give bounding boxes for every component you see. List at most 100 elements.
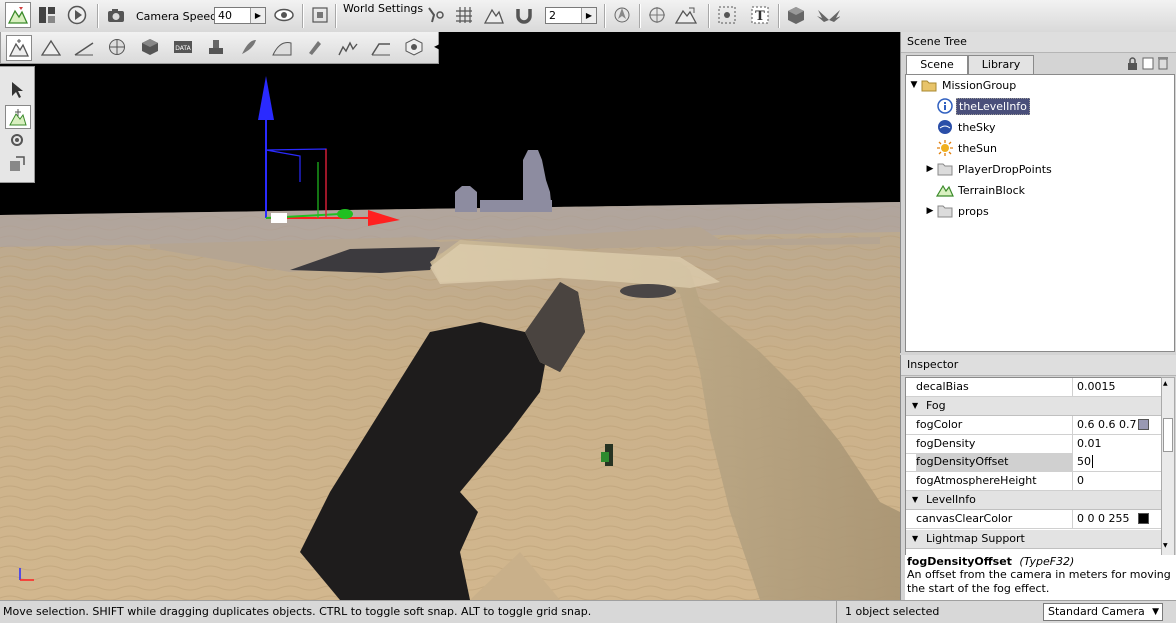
property-row[interactable]: fogDensity 0.01	[906, 435, 1161, 454]
expand-arrow-icon[interactable]: ▶	[924, 164, 936, 174]
collapse-arrow-icon[interactable]: ◀	[434, 42, 440, 51]
status-hint: Move selection. SHIFT while dragging dup…	[3, 605, 592, 618]
object-select-icon[interactable]	[715, 3, 739, 27]
inspector-scrollbar[interactable]: ▲ ▼	[1161, 377, 1175, 557]
camera-select[interactable]: Standard Camera ▼	[1043, 603, 1163, 621]
svg-text:T: T	[755, 9, 765, 24]
rotate-icon[interactable]	[5, 129, 29, 151]
camera-speed-value: 40	[218, 9, 232, 22]
terrain-editor-icon[interactable]	[5, 2, 31, 28]
inspector-panel: Inspector decalBias 0.0015 ▼ Fog fogColo…	[900, 355, 1176, 600]
fit-view-icon[interactable]	[308, 3, 332, 27]
tree-item-label: theSun	[958, 141, 997, 155]
terrain-snap-icon[interactable]	[482, 3, 506, 27]
desc-field-name: fogDensityOffset	[907, 555, 1012, 568]
lock-icon[interactable]	[1127, 57, 1138, 73]
tool-palette	[0, 66, 35, 183]
camera-speed-field[interactable]: 40 ▶	[214, 7, 266, 24]
group-title: Fog	[926, 399, 946, 412]
open-folder-icon	[920, 77, 938, 93]
color-swatch[interactable]	[1138, 513, 1149, 524]
folder-icon	[936, 161, 954, 177]
move-icon[interactable]	[5, 105, 31, 129]
magnet-icon[interactable]	[512, 3, 536, 27]
globe-icon[interactable]	[105, 35, 129, 59]
pointer-icon[interactable]	[5, 79, 29, 101]
tree-item-label: props	[958, 204, 989, 218]
paint-icon[interactable]	[303, 35, 327, 59]
flatten-icon[interactable]	[369, 35, 393, 59]
desc-field-type: (TypeF32)	[1019, 555, 1075, 568]
group-header-fog[interactable]: ▼ Fog	[906, 397, 1161, 416]
tab-library[interactable]: Library	[968, 55, 1034, 74]
property-value[interactable]: 0.0015	[1072, 378, 1161, 396]
data-icon[interactable]: DATA	[171, 35, 195, 59]
eye-icon[interactable]	[272, 3, 296, 27]
wings-icon[interactable]	[816, 3, 840, 27]
collapse-arrow-icon[interactable]: ▼	[908, 80, 920, 90]
tree-item-missiongroup[interactable]: ▼ MissionGroup	[908, 75, 1018, 95]
grid-icon[interactable]	[452, 3, 476, 27]
property-value[interactable]: 0	[1072, 472, 1161, 490]
trash-icon[interactable]	[1157, 56, 1169, 73]
property-row[interactable]: fogColor 0.6 0.6 0.7	[906, 416, 1161, 435]
bounds-icon[interactable]	[610, 3, 634, 27]
group-header-lightmap-support[interactable]: ▼ Lightmap Support	[906, 530, 1161, 549]
tree-item-thesun[interactable]: theSun	[936, 138, 999, 158]
3d-viewport[interactable]	[0, 32, 900, 600]
property-row[interactable]: fogDensityOffset 50	[906, 453, 1161, 472]
cube-icon[interactable]	[138, 35, 162, 59]
snap-arrow-icon[interactable]: ▶	[581, 8, 596, 23]
inspector-property-list[interactable]: decalBias 0.0015 ▼ Fog fogColor 0.6 0.6 …	[905, 377, 1162, 557]
target-icon[interactable]	[645, 3, 669, 27]
play-icon[interactable]	[65, 3, 89, 27]
group-header-levelinfo[interactable]: ▼ LevelInfo	[906, 491, 1161, 510]
property-row[interactable]: canvasClearColor 0 0 0 255	[906, 510, 1161, 529]
sky-icon	[936, 119, 954, 135]
scroll-up-icon[interactable]: ▲	[1163, 380, 1171, 388]
snap-value-field[interactable]: 2 ▶	[545, 7, 597, 24]
camera-speed-label: Camera Speed	[136, 10, 218, 23]
tree-item-playerdroppoints[interactable]: ▶ PlayerDropPoints	[924, 159, 1054, 179]
scene-tree-list[interactable]: ▼ MissionGroup theLevelInfo theSky theSu…	[905, 74, 1175, 352]
world-settings-label[interactable]: World Settings	[343, 2, 423, 15]
scene-tree-title: Scene Tree	[901, 32, 1176, 53]
property-name: decalBias	[916, 380, 969, 393]
snap-tool-icon[interactable]	[424, 3, 448, 27]
camera-icon[interactable]	[104, 3, 128, 27]
property-value[interactable]: 0.01	[1072, 435, 1161, 453]
tree-item-label: theLevelInfo	[956, 97, 1030, 115]
color-swatch[interactable]	[1138, 419, 1149, 430]
tree-item-thelevelinfo[interactable]: theLevelInfo	[936, 96, 1030, 116]
expand-arrow-icon[interactable]: ▶	[924, 206, 936, 216]
terrain-select-tool-icon[interactable]	[6, 35, 32, 61]
text-icon[interactable]: T	[748, 3, 772, 27]
folder-icon	[936, 203, 954, 219]
collapse-arrow-icon: ▼	[912, 534, 919, 543]
terrain-smooth-icon[interactable]	[674, 3, 698, 27]
property-row[interactable]: fogAtmosphereHeight 0	[906, 472, 1161, 491]
chevron-down-icon[interactable]: ▼	[1152, 604, 1159, 620]
noise-icon[interactable]	[336, 35, 360, 59]
tree-item-terrainblock[interactable]: TerrainBlock	[936, 180, 1027, 200]
lower-height-icon[interactable]	[72, 35, 96, 59]
stamp-icon[interactable]	[204, 35, 228, 59]
package-icon[interactable]	[784, 3, 808, 27]
property-name: fogColor	[916, 418, 963, 431]
settings-cube-icon[interactable]	[402, 35, 426, 59]
property-value-input[interactable]: 50	[1072, 453, 1161, 471]
scroll-thumb[interactable]	[1163, 418, 1173, 452]
tab-scene[interactable]: Scene	[906, 55, 968, 75]
camera-speed-arrow-icon[interactable]: ▶	[250, 8, 265, 23]
tree-item-thesky[interactable]: theSky	[936, 117, 998, 137]
raise-height-icon[interactable]	[39, 35, 63, 59]
scroll-down-icon[interactable]: ▼	[1163, 542, 1171, 550]
add-item-icon[interactable]	[1142, 57, 1154, 73]
slope-icon[interactable]	[270, 35, 294, 59]
sun-icon	[936, 140, 954, 156]
property-row[interactable]: decalBias 0.0015	[906, 378, 1161, 397]
tree-item-props[interactable]: ▶ props	[924, 201, 991, 221]
smooth-brush-icon[interactable]	[237, 35, 261, 59]
window-layout-icon[interactable]	[35, 3, 59, 27]
scale-icon[interactable]	[5, 153, 29, 175]
